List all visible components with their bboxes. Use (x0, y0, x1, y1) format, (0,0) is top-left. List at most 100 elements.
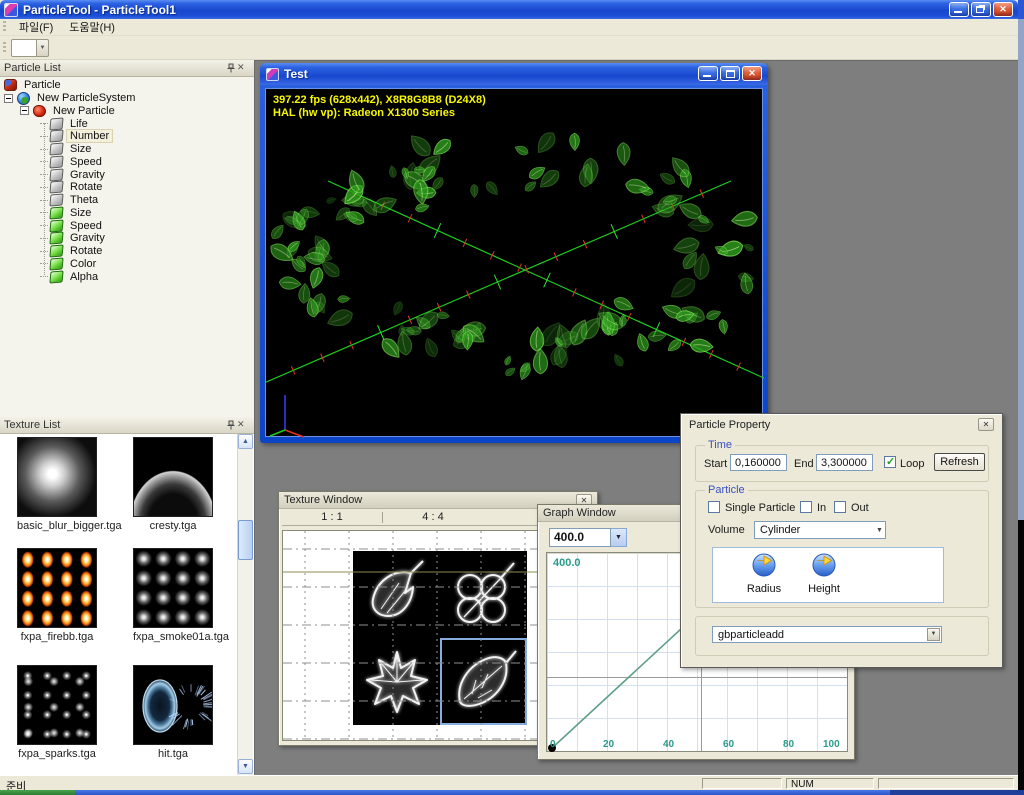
3d-viewport[interactable]: 397.22 fps (628x442), X8R8G8B8 (D24X8) H… (265, 88, 763, 437)
tree-item-particle-root[interactable]: Particle (0, 79, 254, 92)
minimize-button[interactable] (698, 66, 718, 81)
texture-thumb-cresty[interactable]: cresty.tga (133, 437, 213, 532)
green-box-icon (49, 219, 63, 232)
pin-icon[interactable] (224, 62, 237, 75)
close-button[interactable]: ✕ (742, 66, 762, 81)
app-icon (4, 3, 18, 17)
scrollbar-thumb[interactable] (238, 520, 253, 560)
volume-combobox[interactable]: Cylinder (754, 521, 886, 539)
scroll-up-icon[interactable]: ▲ (238, 434, 253, 449)
chevron-down-icon[interactable]: ▼ (876, 527, 883, 534)
texture-thumb-firebb[interactable]: fxpa_firebb.tga (17, 548, 97, 643)
device-readout: HAL (hw vp): Radeon X1300 Series (273, 107, 455, 120)
collapse-icon[interactable] (4, 94, 13, 103)
minimize-button[interactable] (949, 2, 969, 17)
tree-item-gravity[interactable]: Gravity (0, 168, 254, 181)
single-particle-checkbox[interactable] (708, 501, 720, 513)
close-icon[interactable]: ✕ (978, 418, 994, 431)
loop-checkbox[interactable] (884, 456, 896, 468)
close-icon[interactable]: ✕ (237, 62, 250, 75)
tree-item-size[interactable]: Size (0, 143, 254, 156)
tree-item-alpha[interactable]: Alpha (0, 270, 254, 283)
test-window-icon (266, 68, 279, 81)
green-box-icon (49, 257, 63, 270)
in-checkbox[interactable] (800, 501, 812, 513)
close-icon[interactable]: ✕ (237, 419, 250, 432)
arrow-right-icon (751, 552, 777, 578)
start-time-field[interactable]: 0,160000 (730, 454, 787, 471)
dialog-titlebar[interactable]: Particle Property ✕ (681, 414, 1002, 435)
maximize-button[interactable] (720, 66, 740, 81)
window-title: ParticleTool - ParticleTool1 (23, 3, 176, 17)
desktop-sliver (1018, 0, 1024, 795)
menu-file[interactable]: 파일(F) (11, 17, 61, 37)
tree-item-number[interactable]: Number (0, 130, 254, 143)
texture-scrollbar[interactable]: ▲ ▼ (237, 434, 253, 775)
gray-box-icon (49, 130, 63, 143)
arrow-right-icon (811, 552, 837, 578)
start-button-sliver[interactable] (0, 790, 75, 795)
tree-item-speed[interactable]: Speed (0, 156, 254, 169)
toolbar-grip[interactable] (3, 42, 6, 54)
tree-item-life[interactable]: Life (0, 117, 254, 130)
radius-parameter[interactable]: Radius (735, 552, 793, 595)
tree-item-particle-system[interactable]: New ParticleSystem (0, 92, 254, 105)
texture-image (133, 437, 213, 517)
time-group: Time Start 0,160000 End 3,300000 Loop Re… (695, 445, 989, 482)
height-parameter[interactable]: Height (795, 552, 853, 595)
texture-thumb-hit[interactable]: hit.tga (133, 665, 213, 760)
leaf-ginkgo (373, 561, 423, 616)
status-cell (878, 778, 1014, 789)
gray-box-icon (49, 143, 63, 156)
green-box-icon (49, 245, 63, 258)
menu-grip[interactable] (3, 21, 6, 33)
toolbar-combobox[interactable]: ▼ (11, 39, 49, 57)
toolbar: ▼ (0, 36, 1018, 60)
texture-image (17, 665, 97, 745)
gray-box-icon (49, 181, 63, 194)
leaf-maple (367, 652, 427, 712)
refresh-button[interactable]: Refresh (934, 453, 985, 471)
chevron-down-icon[interactable]: ▼ (927, 628, 940, 641)
close-button[interactable]: ✕ (993, 2, 1013, 17)
pin-icon[interactable] (224, 419, 237, 432)
graph-max-combobox[interactable]: 400.0 ▼ (549, 528, 627, 547)
tree-item-size-2[interactable]: Size (0, 207, 254, 220)
x-tick: 100 (823, 739, 840, 750)
chevron-down-icon[interactable]: ▼ (611, 528, 627, 547)
menu-help[interactable]: 도움말(H) (61, 17, 123, 37)
tree-item-new-particle[interactable]: New Particle (0, 105, 254, 118)
tree-item-theta[interactable]: Theta (0, 194, 254, 207)
tab-1-1[interactable]: 1 : 1 (282, 511, 382, 523)
gray-box-icon (49, 155, 63, 168)
chevron-down-icon[interactable]: ▼ (37, 39, 49, 57)
leaf-texture-sheet[interactable] (353, 551, 527, 725)
tree-item-gravity-2[interactable]: Gravity (0, 232, 254, 245)
particle-group: Particle Single Particle In Out Volume C… (695, 490, 989, 608)
fps-readout: 397.22 fps (628x442), X8R8G8B8 (D24X8) (273, 94, 486, 107)
texture-thumb-basic-blur[interactable]: basic_blur_bigger.tga (17, 437, 97, 532)
taskbar-sliver (0, 790, 1024, 795)
texture-list-title: Texture List (4, 419, 60, 431)
collapse-icon[interactable] (20, 106, 29, 115)
restore-button[interactable] (971, 2, 991, 17)
parameter-icon-list: Radius Height (712, 547, 944, 603)
scroll-down-icon[interactable]: ▼ (238, 759, 253, 774)
texture-thumb-sparks[interactable]: fxpa_sparks.tga (17, 665, 97, 760)
test-window: Test ✕ 397.22 fps (628x442), X8R8G8B8 (D… (260, 63, 768, 443)
texture-thumb-smoke[interactable]: fxpa_smoke01a.tga (133, 548, 213, 643)
tree-item-rotate[interactable]: Rotate (0, 181, 254, 194)
particle-scene (266, 89, 764, 438)
texture-image (133, 548, 213, 628)
toolbar-combo-field[interactable] (11, 39, 37, 57)
shader-combobox[interactable]: gbparticleadd (712, 626, 942, 643)
tree-guide-line (44, 123, 45, 275)
tree-item-speed-2[interactable]: Speed (0, 219, 254, 232)
out-checkbox[interactable] (834, 501, 846, 513)
test-titlebar[interactable]: Test (260, 63, 768, 85)
tab-4-4[interactable]: 4 : 4 (383, 511, 483, 523)
tree-item-rotate-2[interactable]: Rotate (0, 245, 254, 258)
status-bar: 준비 NUM (0, 775, 1018, 790)
tree-item-color[interactable]: Color (0, 258, 254, 271)
end-time-field[interactable]: 3,300000 (816, 454, 873, 471)
